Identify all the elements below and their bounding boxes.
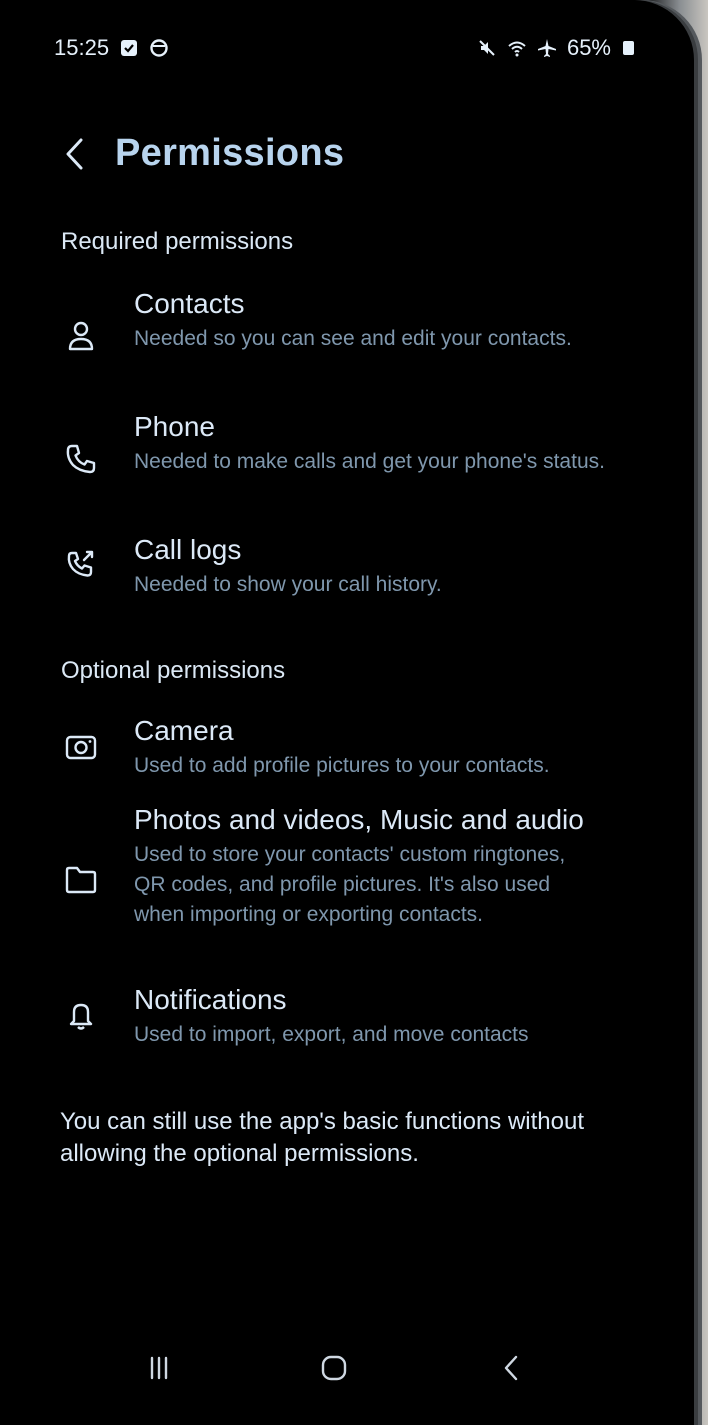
nav-back-button[interactable]	[486, 1346, 536, 1390]
page-title: Permissions	[115, 132, 345, 174]
phone-screen: 15:25 65% Permissions Required permissio…	[0, 0, 694, 1425]
permission-title: Camera	[134, 715, 234, 746]
permission-description: Used to import, export, and move contact…	[134, 1023, 529, 1046]
permission-description: Used to add profile pictures to your con…	[134, 754, 550, 777]
permission-notifications[interactable]: Notifications Used to import, export, an…	[0, 980, 694, 1060]
battery-percent: 65%	[566, 35, 611, 60]
phone-icon	[63, 441, 99, 477]
back-button[interactable]	[52, 130, 96, 178]
permission-title: Call logs	[134, 534, 242, 565]
home-button[interactable]	[309, 1346, 359, 1390]
mute-icon	[477, 38, 497, 58]
required-permissions-header: Required permissions	[61, 228, 294, 255]
recent-apps-button[interactable]	[134, 1346, 184, 1390]
permission-description: Needed so you can see and edit your cont…	[134, 327, 572, 350]
permission-title: Photos and videos, Music and audio	[134, 804, 584, 835]
recent-apps-icon	[150, 1356, 168, 1380]
permission-title: Phone	[134, 411, 215, 442]
permission-camera[interactable]: Camera Used to add profile pictures to y…	[0, 711, 694, 791]
back-icon	[504, 1355, 518, 1381]
permission-title: Notifications	[134, 984, 287, 1015]
navigation-bar	[0, 1338, 694, 1398]
camera-icon	[63, 729, 99, 765]
permission-title: Contacts	[134, 288, 245, 319]
footer-note: You can still use the app's basic functi…	[60, 1108, 585, 1167]
permission-description: Used to store your contacts' custom ring…	[134, 843, 566, 926]
permission-phone[interactable]: Phone Needed to make calls and get your …	[0, 407, 694, 517]
permission-description: Needed to show your call history.	[134, 573, 442, 596]
battery-icon	[623, 41, 634, 55]
chevron-left-icon	[66, 138, 83, 170]
permission-description: Needed to make calls and get your phone'…	[134, 450, 605, 473]
call-log-icon	[63, 546, 99, 582]
permission-contacts[interactable]: Contacts Needed so you can see and edit …	[0, 284, 694, 394]
wifi-icon	[507, 38, 527, 58]
status-bar: 15:25 65%	[54, 30, 634, 66]
airplane-icon	[537, 38, 557, 58]
status-time: 15:25	[54, 35, 110, 60]
person-icon	[63, 318, 99, 354]
permission-call-logs[interactable]: Call logs Needed to show your call histo…	[0, 530, 694, 610]
checkbox-icon	[119, 38, 139, 58]
home-icon	[321, 1355, 347, 1381]
top-bar: Permissions	[0, 128, 694, 188]
permission-photos-videos-music-audio[interactable]: Photos and videos, Music and audio Used …	[0, 800, 694, 970]
bell-icon	[63, 996, 99, 1032]
folder-icon	[63, 862, 99, 898]
optional-permissions-header: Optional permissions	[61, 657, 286, 684]
circle-status-icon	[149, 38, 169, 58]
